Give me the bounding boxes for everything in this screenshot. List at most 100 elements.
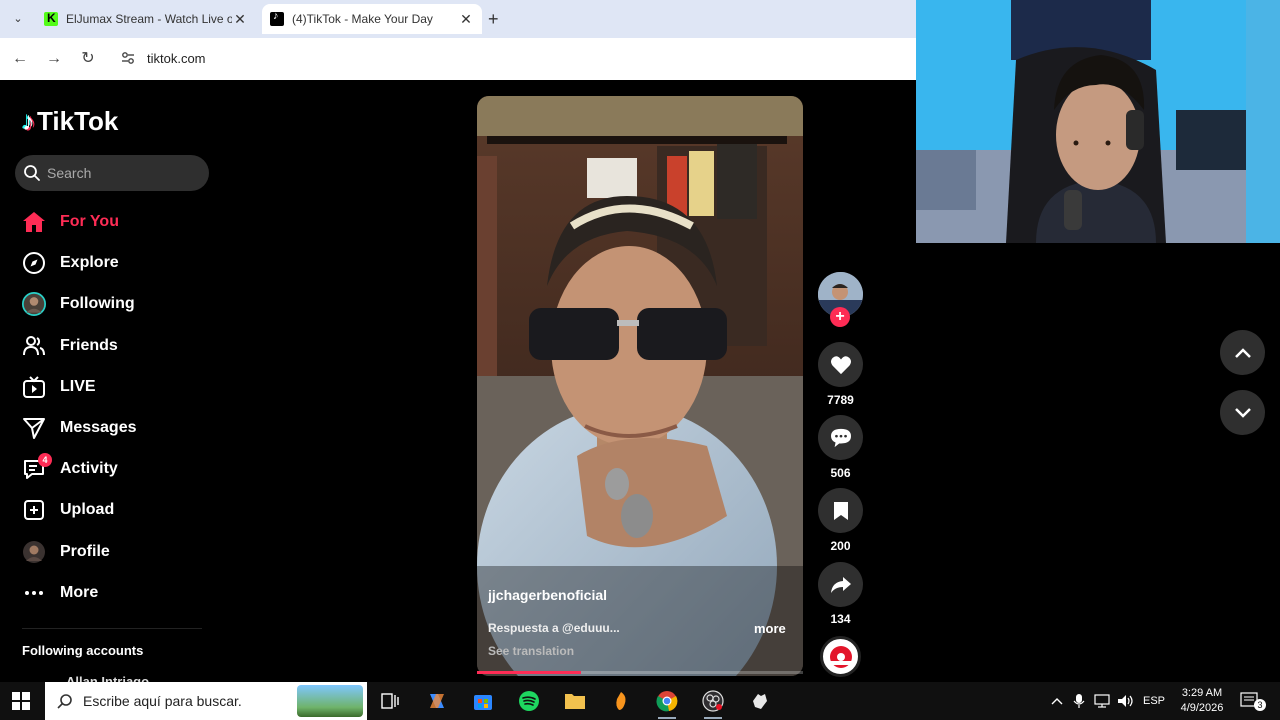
url-field[interactable]: tiktok.com: [147, 51, 206, 66]
nav-friends[interactable]: Friends: [22, 331, 118, 361]
save-button[interactable]: [818, 488, 863, 533]
description-more-button[interactable]: more: [754, 621, 786, 636]
following-avatar-icon: [22, 292, 46, 316]
upload-plus-icon: [22, 498, 46, 522]
more-dots-icon: [22, 581, 46, 605]
clock-time: 3:29 AM: [1181, 687, 1223, 699]
search-icon: [24, 165, 40, 181]
comment-count: 506: [830, 466, 851, 480]
chevron-down-icon: [1234, 407, 1251, 418]
taskbar-search-icon: [57, 694, 72, 709]
logo-text: TikTok: [37, 106, 119, 136]
profile-avatar-icon: [22, 540, 46, 564]
address-bar: ← → ↻ tiktok.com: [0, 38, 916, 80]
nav-upload[interactable]: Upload: [22, 495, 114, 525]
friends-icon: [22, 334, 46, 358]
search-highlight-image: [297, 685, 363, 717]
nav-label: Friends: [60, 337, 118, 354]
fl-studio-icon[interactable]: [604, 687, 638, 715]
search-input[interactable]: Search: [15, 155, 209, 191]
tab-search-button[interactable]: ⌄: [8, 9, 28, 29]
nav-label: For You: [60, 213, 119, 230]
like-button[interactable]: [818, 342, 863, 387]
following-accounts-title: Following accounts: [22, 643, 144, 658]
tab-title: (4)TikTok - Make Your Day: [292, 12, 433, 26]
follow-plus-icon[interactable]: +: [830, 307, 850, 327]
video-author-username[interactable]: jjchagerbenoficial: [488, 587, 607, 603]
nav-label: Explore: [60, 254, 119, 271]
sidebar-divider: [22, 628, 202, 629]
windows-start-icon[interactable]: [12, 692, 30, 710]
search-placeholder: Search: [47, 165, 92, 181]
taskbar-clock[interactable]: 3:29 AM 4/9/2026: [1176, 686, 1228, 716]
new-tab-button[interactable]: +: [488, 9, 499, 30]
live-tv-icon: [22, 375, 46, 399]
tab-title: ElJumax Stream - Watch Live on: [66, 12, 232, 26]
chevron-up-icon: [1234, 347, 1251, 358]
back-arrow-icon[interactable]: ←: [10, 49, 30, 69]
nav-messages[interactable]: Messages: [22, 413, 137, 443]
nav-explore[interactable]: Explore: [22, 248, 119, 278]
send-icon: [22, 416, 46, 440]
nav-label: Upload: [60, 501, 115, 518]
share-button[interactable]: [818, 562, 863, 607]
comment-button[interactable]: [818, 415, 863, 460]
network-icon[interactable]: [1094, 682, 1112, 720]
obs-icon[interactable]: [696, 687, 730, 719]
webcam-frame: [916, 0, 1280, 243]
bookmark-icon: [833, 501, 848, 520]
video-description: Respuesta a @eduuu...: [488, 621, 620, 635]
clock-date: 4/9/2026: [1180, 702, 1224, 714]
nav-for-you[interactable]: For You: [22, 207, 119, 237]
nav-label: Following: [60, 295, 135, 312]
tab-kick-stream[interactable]: ElJumax Stream - Watch Live on ✕: [36, 4, 256, 34]
task-view-icon[interactable]: [373, 687, 407, 715]
language-indicator[interactable]: ESP: [1143, 682, 1165, 720]
following-account-item[interactable]: Allan Intriago: [66, 674, 149, 682]
taskbar-search-input[interactable]: Escribe aquí para buscar.: [45, 682, 367, 720]
site-info-icon[interactable]: [120, 50, 136, 66]
show-hidden-icons-button[interactable]: [1050, 682, 1064, 720]
forward-arrow-icon[interactable]: →: [44, 49, 64, 69]
browser-tab-bar: ⌄ ElJumax Stream - Watch Live on ✕ (4)Ti…: [0, 0, 916, 38]
tab-close-icon[interactable]: ✕: [458, 11, 474, 28]
nav-label: Activity: [60, 460, 118, 477]
tiktok-logo[interactable]: ♪ TikTok: [22, 106, 118, 137]
copilot-icon[interactable]: [420, 687, 454, 715]
nav-following[interactable]: Following: [22, 289, 135, 319]
previous-video-button[interactable]: [1220, 330, 1265, 375]
like-count: 7789: [827, 393, 854, 407]
nav-label: Messages: [60, 419, 137, 436]
notification-center-button[interactable]: 3: [1240, 682, 1266, 720]
nav-live[interactable]: LIVE: [22, 372, 96, 402]
microphone-icon[interactable]: [1073, 682, 1085, 720]
tab-close-icon[interactable]: ✕: [232, 11, 248, 28]
volume-icon[interactable]: [1117, 682, 1135, 720]
video-progress-fill: [477, 671, 582, 674]
see-translation-button[interactable]: See translation: [488, 644, 574, 658]
chrome-icon[interactable]: [650, 687, 684, 719]
nav-more[interactable]: More: [22, 578, 98, 608]
webcam-overlay: [916, 0, 1280, 243]
reload-icon[interactable]: ↻: [78, 49, 98, 69]
compass-icon: [22, 251, 46, 275]
next-video-button[interactable]: [1220, 390, 1265, 435]
spotify-icon[interactable]: [512, 687, 546, 715]
share-count: 134: [830, 612, 851, 626]
music-disc-icon[interactable]: [820, 636, 861, 677]
app-hand-icon[interactable]: [742, 687, 776, 715]
file-explorer-icon[interactable]: [558, 687, 592, 715]
windows-taskbar: Escribe aquí para buscar. ESP 3:29 AM 4/…: [0, 682, 1280, 720]
video-progress-bar[interactable]: [477, 671, 803, 674]
microsoft-store-icon[interactable]: [466, 687, 500, 715]
chevron-up-icon: [1051, 698, 1063, 705]
nav-profile[interactable]: Profile: [22, 537, 110, 567]
save-count: 200: [830, 539, 851, 553]
nav-label: More: [60, 584, 99, 601]
notification-count: 3: [1254, 699, 1266, 711]
home-icon: [22, 210, 46, 234]
nav-activity[interactable]: 4 Activity: [22, 453, 118, 484]
activity-badge: 4: [38, 453, 52, 467]
tab-tiktok[interactable]: (4)TikTok - Make Your Day ✕: [262, 4, 482, 34]
comment-icon: [830, 428, 851, 447]
